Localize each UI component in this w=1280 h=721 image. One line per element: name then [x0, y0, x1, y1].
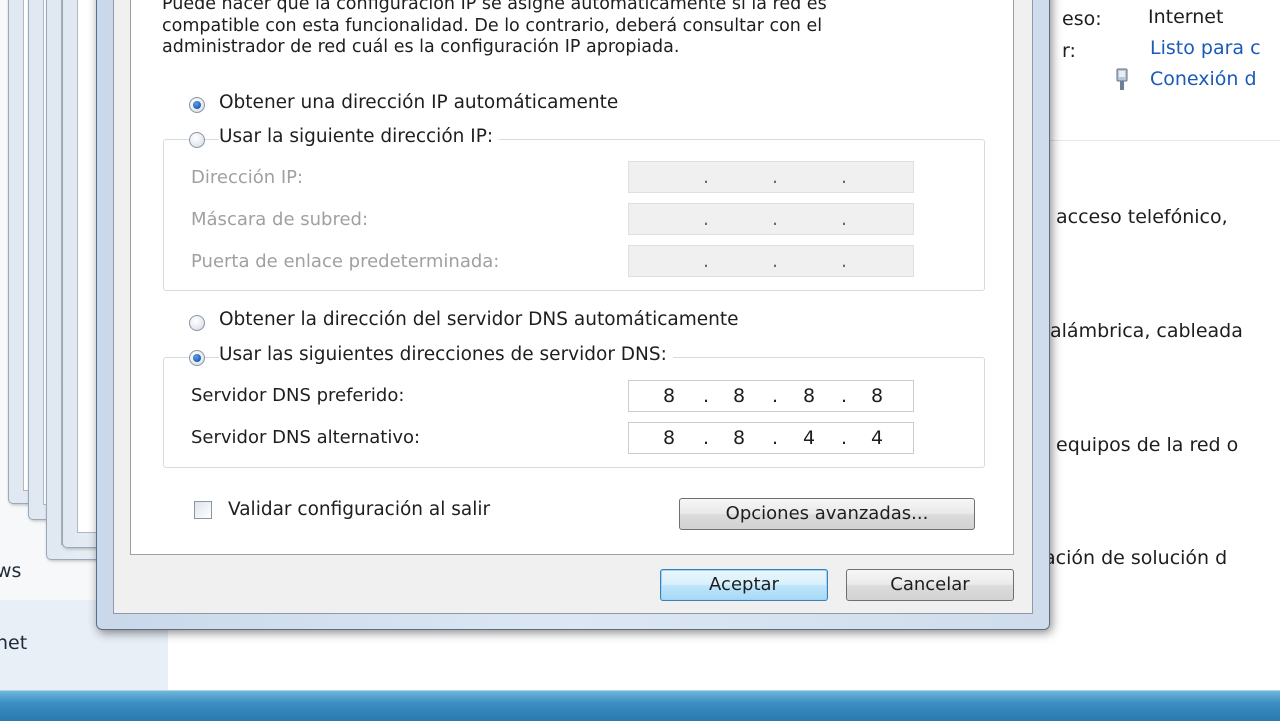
connection-link[interactable]: Conexión d — [1150, 68, 1257, 90]
ip-manual-label[interactable]: Usar la siguiente dirección IP: — [219, 126, 500, 147]
subnet-mask-label: Máscara de subred: — [191, 209, 369, 230]
ip-auto-label[interactable]: Obtener una dirección IP automáticamente — [219, 92, 625, 113]
access-type-label: eso: — [1062, 8, 1102, 30]
ip-manual-radio[interactable] — [189, 132, 205, 148]
homegroup-link[interactable]: Listo para c — [1150, 37, 1261, 59]
dns-octet[interactable]: 8 — [639, 427, 699, 449]
access-type-value: Internet — [1148, 6, 1224, 28]
dns-octet[interactable]: 8 — [847, 385, 907, 407]
task-description: ación de solución d — [1044, 547, 1228, 569]
gateway-field: . . . — [628, 245, 914, 277]
preferred-dns-field[interactable]: 8 . 8 . 8 . 8 — [628, 380, 914, 412]
dns-octet[interactable]: 8 — [779, 385, 839, 407]
alternate-dns-label: Servidor DNS alternativo: — [191, 427, 421, 448]
task-description: equipos de la red o — [1056, 434, 1239, 456]
dns-octet[interactable]: 8 — [709, 385, 769, 407]
alternate-dns-field[interactable]: 8 . 8 . 4 . 4 — [628, 422, 914, 454]
ip-address-field: . . . — [628, 161, 914, 193]
preferred-dns-label: Servidor DNS preferido: — [191, 385, 405, 406]
ok-button[interactable]: Aceptar — [660, 569, 828, 601]
dns-octet[interactable]: 4 — [779, 427, 839, 449]
subnet-mask-field: . . . — [628, 203, 914, 235]
ip-address-label: Dirección IP: — [191, 167, 304, 188]
description-text: Puede hacer que la configuración IP se a… — [162, 0, 827, 57]
nav-item-partial[interactable]: ws — [0, 560, 21, 582]
homegroup-label: r: — [1062, 40, 1076, 62]
task-description: acceso telefónico, — [1056, 206, 1228, 228]
dns-auto-label[interactable]: Obtener la dirección del servidor DNS au… — [219, 309, 745, 330]
cancel-button[interactable]: Cancelar — [846, 569, 1014, 601]
validate-checkbox[interactable] — [194, 501, 212, 519]
dns-auto-radio[interactable] — [189, 315, 205, 331]
network-cable-icon — [1116, 68, 1128, 90]
validate-label[interactable]: Validar configuración al salir — [228, 499, 490, 520]
dns-manual-radio[interactable] — [189, 350, 205, 366]
dns-octet[interactable]: 8 — [709, 427, 769, 449]
task-description: alámbrica, cableada — [1050, 320, 1243, 342]
dns-octet[interactable]: 4 — [847, 427, 907, 449]
ip-auto-radio[interactable] — [189, 97, 205, 113]
taskbar[interactable] — [0, 690, 1280, 721]
nav-item-partial[interactable]: net — [0, 632, 27, 654]
dns-octet[interactable]: 8 — [639, 385, 699, 407]
dns-manual-label[interactable]: Usar las siguientes direcciones de servi… — [219, 344, 673, 365]
advanced-options-button[interactable]: Opciones avanzadas... — [679, 498, 975, 530]
gateway-label: Puerta de enlace predeterminada: — [191, 251, 500, 272]
